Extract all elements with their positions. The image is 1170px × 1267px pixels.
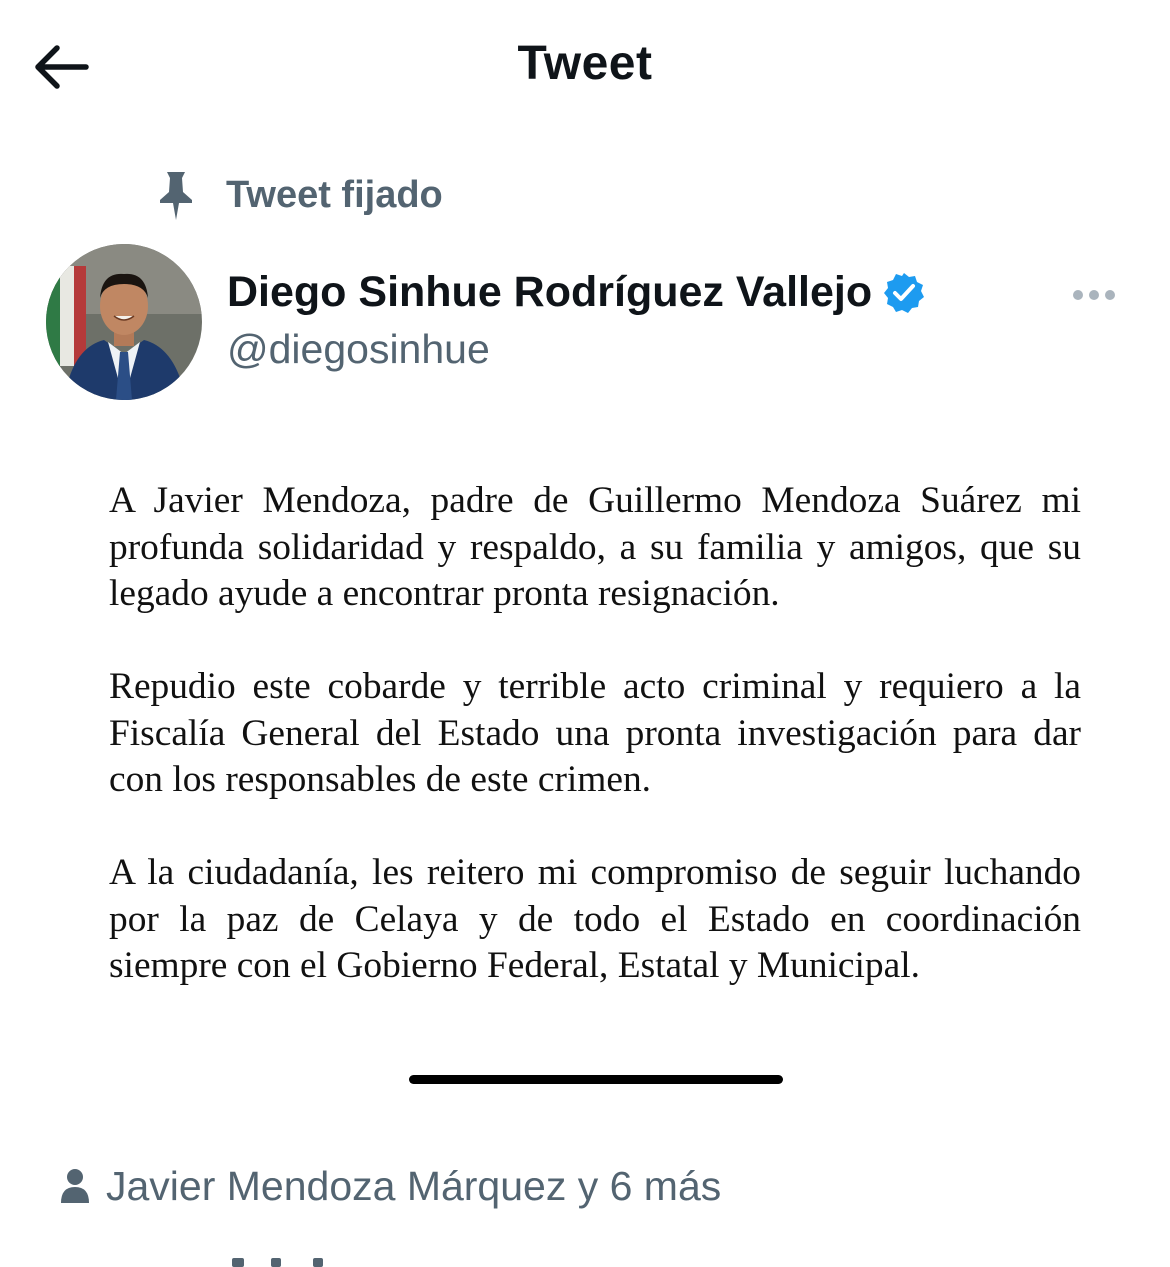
avatar[interactable] [46,244,202,400]
more-dots-icon [1073,290,1115,300]
cut-off-text-fragment [232,1258,244,1267]
tweet-text: A Javier Mendoza, padre de Guillermo Men… [109,478,1081,990]
verified-badge-icon [884,272,925,313]
author-name[interactable]: Diego Sinhue Rodríguez Vallejo [227,268,926,317]
author-handle[interactable]: @diegosinhue [227,326,490,373]
top-bar: Tweet [0,0,1170,130]
divider-bar [409,1075,783,1084]
social-context-text[interactable]: Javier Mendoza Márquez y 6 más [106,1163,721,1210]
person-icon [61,1169,89,1203]
author-name-text: Diego Sinhue Rodríguez Vallejo [227,268,873,316]
tweet-paragraph: Repudio este cobarde y terrible acto cri… [109,666,1081,800]
more-options-button[interactable] [1066,276,1122,314]
social-context: Javier Mendoza Márquez y 6 más [60,1158,721,1214]
tweet-paragraph: A Javier Mendoza, padre de Guillermo Men… [109,480,1081,614]
pinned-indicator: Tweet fijado [150,165,443,225]
profile-photo [46,244,202,400]
cut-off-text-fragment [271,1258,281,1267]
pin-icon [160,172,192,220]
page-title: Tweet [517,37,653,90]
cut-off-text-fragment [313,1258,323,1267]
pinned-label: Tweet fijado [226,173,443,216]
tweet-paragraph: A la ciudadanía, les reitero mi compromi… [109,852,1081,986]
